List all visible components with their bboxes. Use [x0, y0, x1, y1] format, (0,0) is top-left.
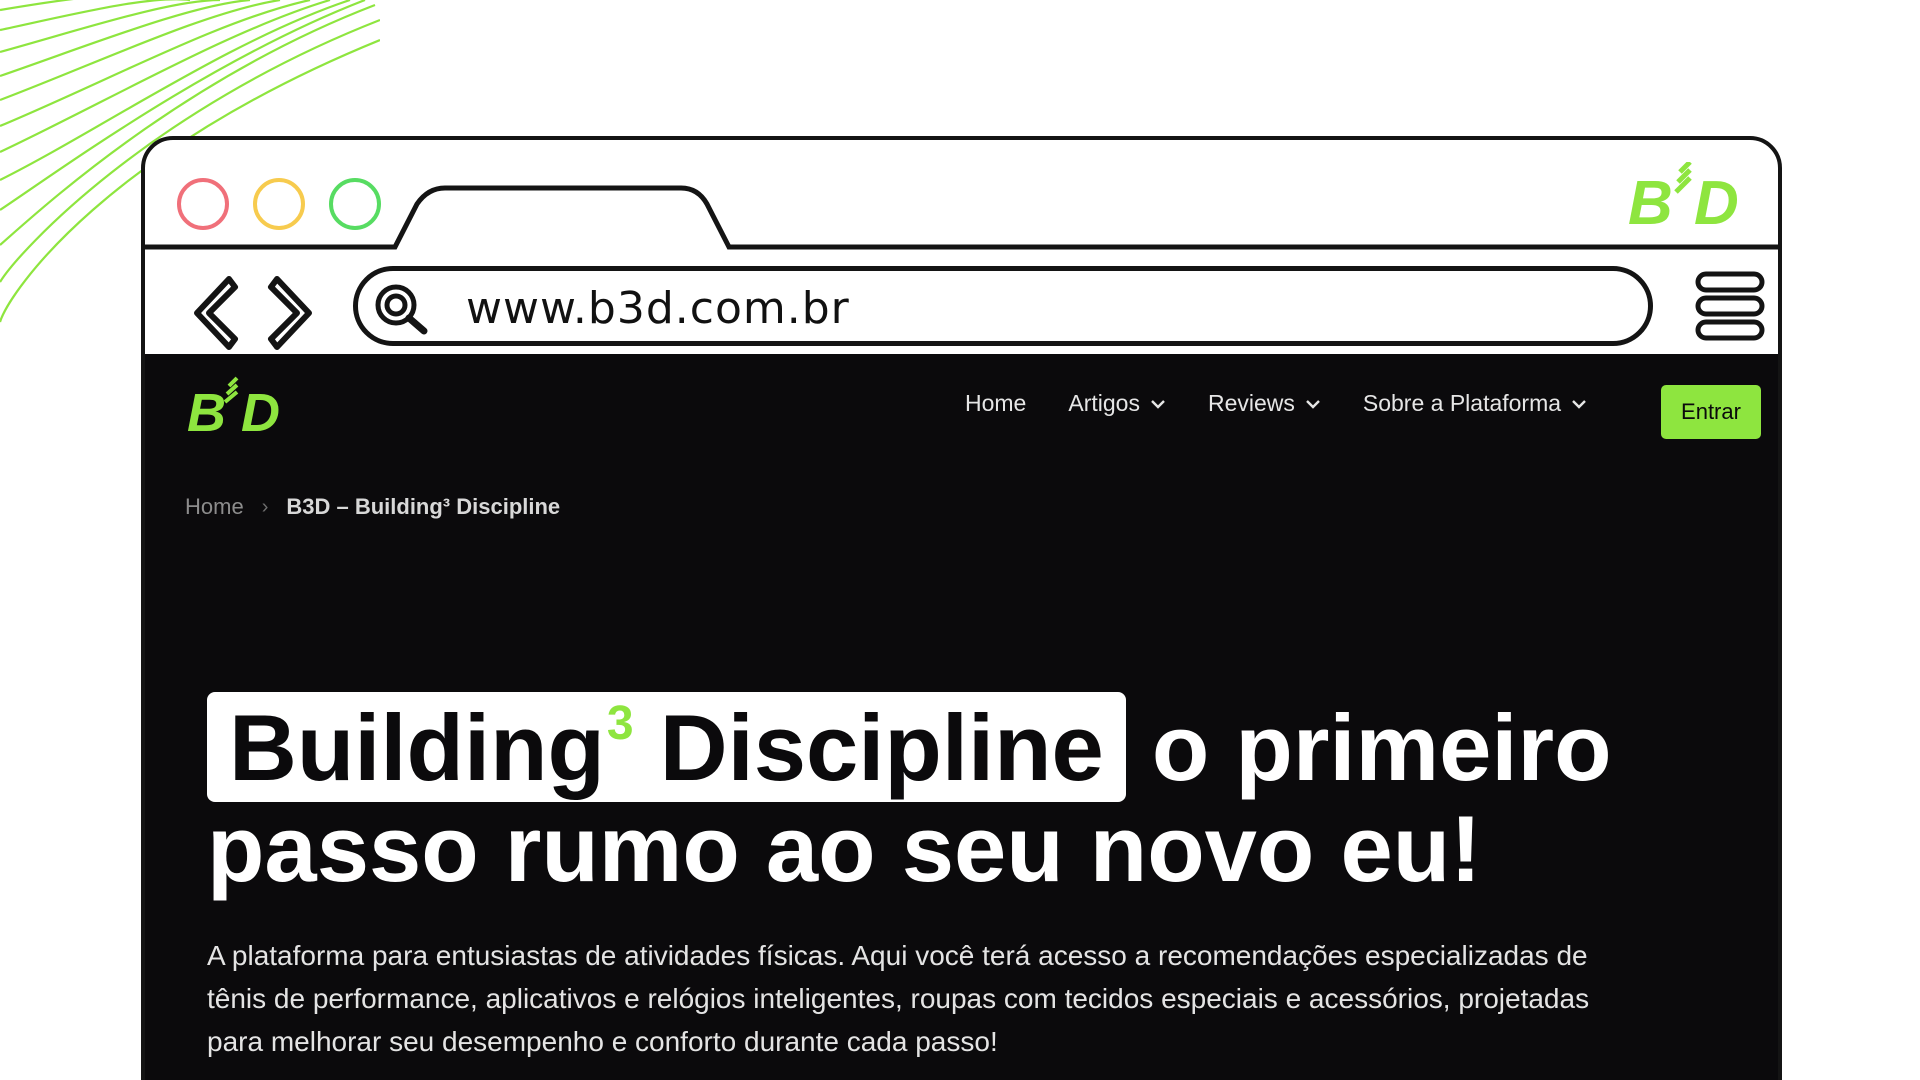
hero-highlight-text: Building	[229, 695, 605, 800]
search-icon	[375, 284, 428, 335]
nav-item-sobre[interactable]: Sobre a Plataforma	[1363, 390, 1587, 417]
main-nav: Home Artigos Reviews Sobre a Plataforma	[965, 390, 1629, 417]
maximize-window-dot[interactable]	[329, 178, 381, 230]
hamburger-menu-icon[interactable]	[1695, 270, 1765, 342]
svg-text:B: B	[187, 383, 224, 436]
nav-item-home[interactable]: Home	[965, 390, 1026, 417]
site-logo[interactable]: B D	[187, 376, 287, 436]
address-bar[interactable]: www.b3d.com.br	[353, 266, 1653, 346]
chevron-down-icon	[1151, 399, 1165, 409]
nav-item-artigos[interactable]: Artigos	[1068, 390, 1166, 417]
hero-highlight-text-end: Discipline	[633, 695, 1104, 800]
svg-text:B: B	[1628, 169, 1671, 228]
browser-tab[interactable]	[145, 140, 1782, 250]
svg-text:D: D	[241, 383, 279, 436]
url-text[interactable]: www.b3d.com.br	[466, 283, 850, 334]
back-arrow-icon[interactable]	[187, 273, 243, 353]
hero-title: Building3 Discipline o primeiro passo ru…	[207, 692, 1687, 896]
chevron-down-icon	[1306, 399, 1320, 409]
nav-item-reviews[interactable]: Reviews	[1208, 390, 1321, 417]
hero-title-rest: o primeiro	[1125, 695, 1612, 800]
website-viewport: B D Home Artigos Reviews Sobre a Platafo…	[145, 354, 1778, 1080]
b3d-logo-mark: B D	[187, 376, 281, 436]
minimize-window-dot[interactable]	[253, 178, 305, 230]
breadcrumb-home-link[interactable]: Home	[185, 494, 244, 520]
login-button[interactable]: Entrar	[1661, 385, 1761, 439]
breadcrumb: Home › B3D – Building³ Discipline	[185, 494, 560, 520]
hero-description: A plataforma para entusiastas de ativida…	[207, 940, 1590, 1057]
svg-text:D: D	[1694, 169, 1738, 228]
breadcrumb-separator: ›	[261, 495, 269, 518]
hero-title-line-1: Building3 Discipline o primeiro	[207, 692, 1687, 802]
hero-title-line-2: passo rumo ao seu novo eu!	[207, 796, 1482, 901]
browser-window: B D www.b3d.com.br B D Home Artigos Revi…	[141, 136, 1782, 1080]
forward-arrow-icon[interactable]	[263, 273, 319, 353]
close-window-dot[interactable]	[177, 178, 229, 230]
hero-highlight: Building3 Discipline	[207, 692, 1126, 802]
hero-superscript: 3	[606, 697, 634, 750]
browser-brand-logo: B D	[1628, 162, 1754, 228]
nav-item-label: Artigos	[1068, 390, 1140, 416]
nav-item-label: Reviews	[1207, 390, 1295, 416]
nav-item-label: Home	[965, 390, 1027, 416]
breadcrumb-current: B3D – Building³ Discipline	[286, 494, 561, 519]
b3d-logo-mark: B D	[1628, 162, 1740, 228]
nav-item-label: Sobre a Plataforma	[1362, 390, 1562, 416]
chevron-down-icon	[1572, 399, 1586, 409]
